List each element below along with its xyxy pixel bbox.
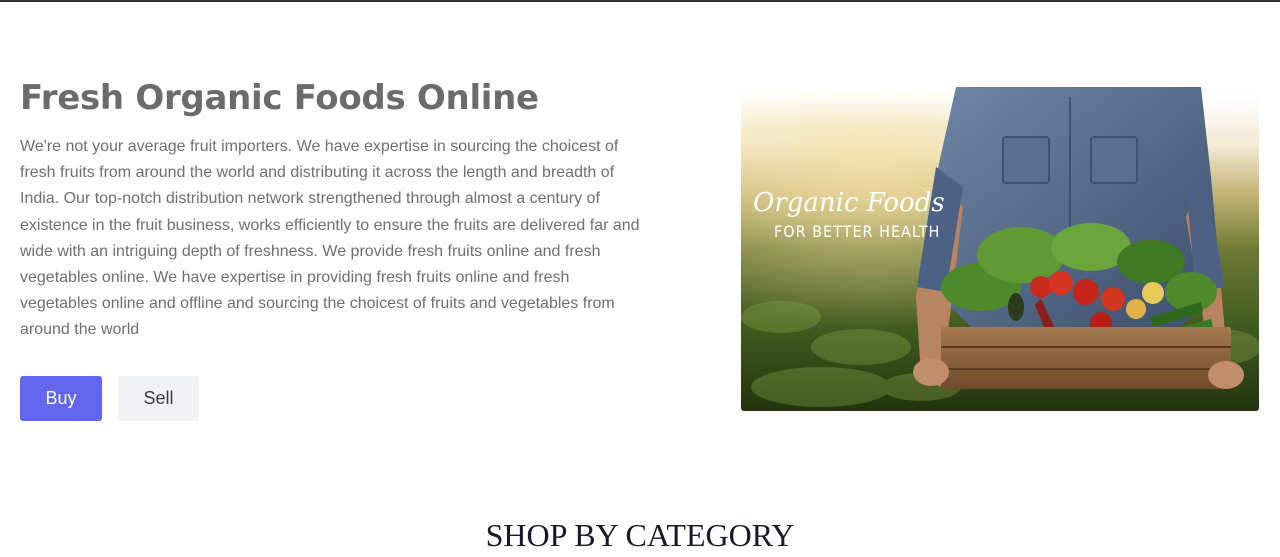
hero-section: Fresh Organic Foods Online We're not you… <box>20 76 650 344</box>
buy-button[interactable]: Buy <box>20 376 102 421</box>
top-border <box>0 0 1280 2</box>
banner-subtitle: FOR BETTER HEALTH <box>774 222 940 241</box>
shop-by-category-heading: SHOP BY CATEGORY <box>485 517 795 553</box>
hero-title: Fresh Organic Foods Online <box>20 78 539 118</box>
hero-description: We're not your average fruit importers. … <box>20 138 640 339</box>
hero-image: Organic Foods FOR BETTER HEALTH <box>741 87 1259 411</box>
sell-button[interactable]: Sell <box>118 376 199 421</box>
banner-title: Organic Foods <box>753 188 945 218</box>
hero-actions: Buy Sell <box>20 376 199 421</box>
